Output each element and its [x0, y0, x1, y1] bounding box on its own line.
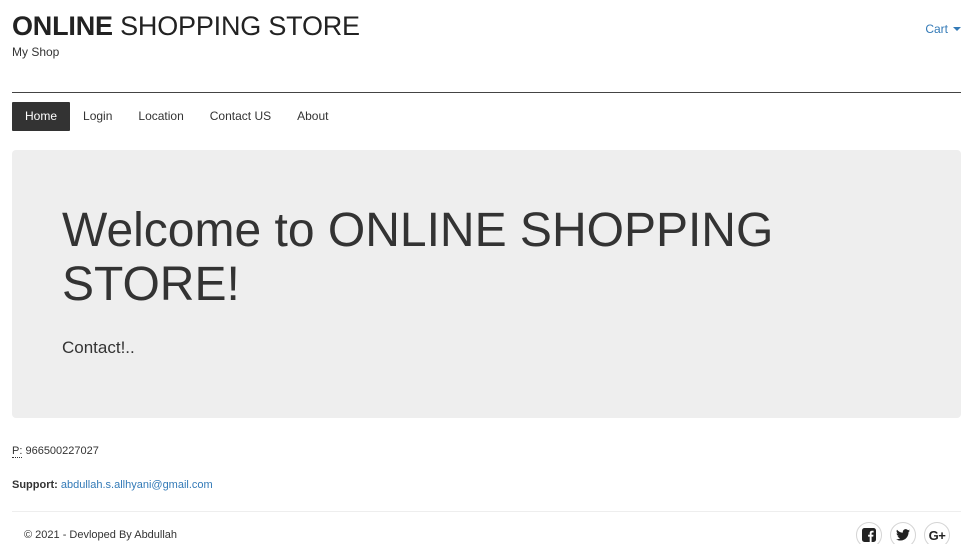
caret-down-icon [953, 27, 961, 31]
nav-item-location[interactable]: Location [125, 102, 196, 131]
google-plus-button[interactable]: G+ [924, 522, 950, 544]
cart-dropdown[interactable]: Cart [925, 22, 961, 36]
twitter-button[interactable] [890, 522, 916, 544]
jumbotron: Welcome to ONLINE SHOPPING STORE! Contac… [12, 150, 961, 418]
site-subtitle: My Shop [12, 45, 60, 59]
social-links: G+ [856, 522, 950, 544]
facebook-icon [862, 528, 876, 542]
welcome-heading: Welcome to ONLINE SHOPPING STORE! [62, 204, 774, 311]
footer-divider [12, 511, 961, 512]
support-email-link[interactable]: abdullah.s.allhyani@gmail.com [61, 479, 213, 491]
main-nav: Home Login Location Contact US About [12, 102, 341, 131]
nav-item-about[interactable]: About [284, 102, 341, 131]
support-info: Support: abdullah.s.allhyani@gmail.com [12, 479, 213, 491]
phone-label: P: [12, 445, 23, 458]
facebook-button[interactable] [856, 522, 882, 544]
brand: ONLINE SHOPPING STORE My Shop [12, 12, 360, 59]
google-plus-icon: G+ [928, 527, 946, 543]
twitter-icon [896, 529, 910, 541]
jumbotron-text: Contact!.. [62, 338, 135, 357]
cart-label: Cart [925, 22, 948, 36]
nav-item-login[interactable]: Login [70, 102, 125, 131]
copyright: © 2021 - Devloped By Abdullah [24, 529, 178, 541]
header-divider [12, 92, 961, 93]
nav-item-home[interactable]: Home [12, 102, 71, 131]
site-title: ONLINE SHOPPING STORE [12, 12, 360, 40]
support-label: Support: [12, 479, 58, 491]
site-title-rest: SHOPPING STORE [112, 11, 360, 41]
site-title-bold: ONLINE [12, 11, 113, 41]
nav-item-contact-us[interactable]: Contact US [197, 102, 284, 131]
phone-value: 966500227027 [22, 445, 99, 457]
phone-info: P: 966500227027 [12, 445, 99, 458]
